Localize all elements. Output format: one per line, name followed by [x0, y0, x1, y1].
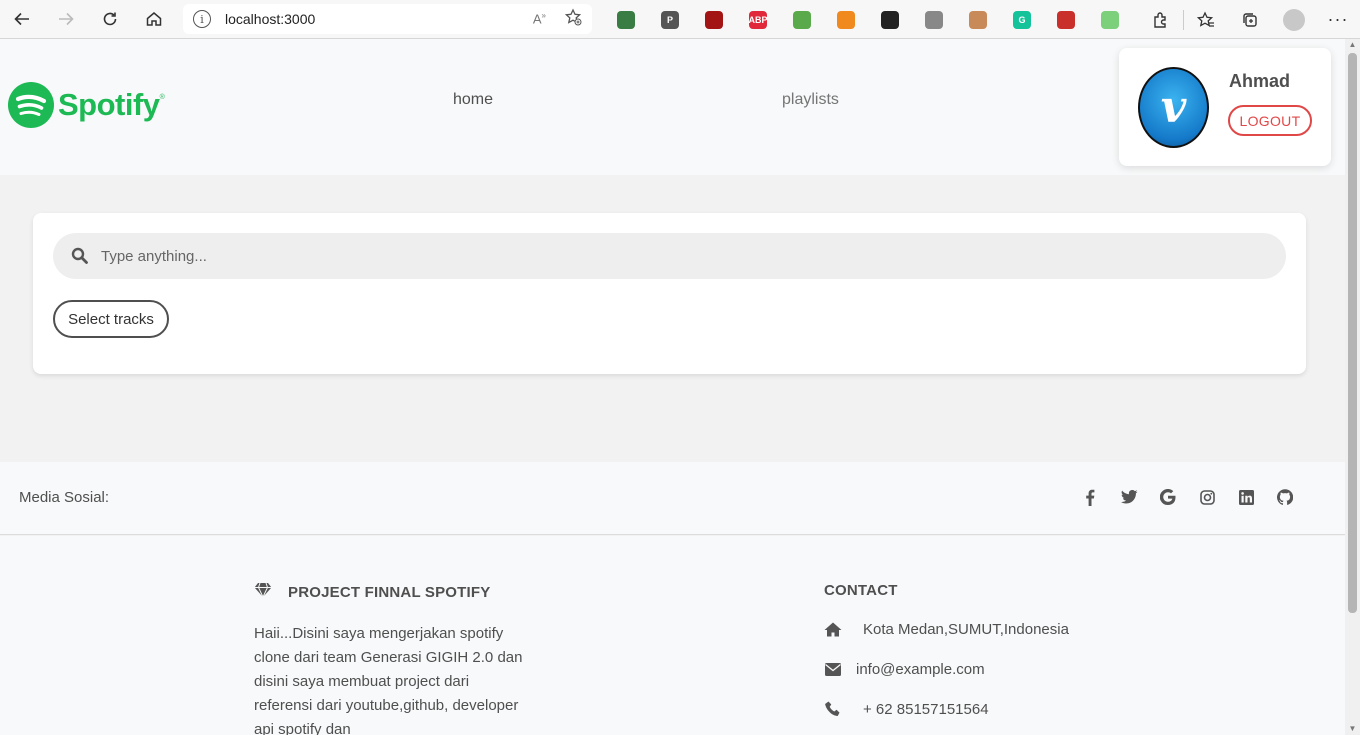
ext-download-icon[interactable]: [793, 10, 811, 29]
favorites-button[interactable]: [1184, 0, 1228, 39]
phone-icon: [824, 700, 842, 718]
page-content: Spotify ® home playlists v Ahmad LOGOUT …: [0, 39, 1345, 735]
scroll-thumb[interactable]: [1348, 53, 1357, 613]
gem-icon: [254, 582, 272, 602]
contact-title: CONTACT: [824, 582, 898, 599]
contact-email: info@example.com: [824, 659, 1144, 679]
profile-avatar-icon: [1283, 8, 1305, 31]
home-button[interactable]: [132, 0, 176, 39]
contact-phone: + 62 85157151564: [824, 699, 1144, 719]
ext-dark-icon[interactable]: [881, 10, 899, 29]
search-card: Select tracks: [33, 213, 1306, 374]
select-tracks-button[interactable]: Select tracks: [53, 300, 169, 338]
envelope-icon: [824, 660, 842, 678]
contact-phone-text: + 62 85157151564: [863, 700, 989, 718]
site-header: Spotify ® home playlists v Ahmad LOGOUT: [0, 39, 1345, 175]
reload-icon: [103, 12, 117, 26]
reload-button[interactable]: [88, 0, 132, 39]
social-label: Media Sosial:: [19, 489, 110, 506]
ext-face-icon[interactable]: [969, 10, 987, 29]
ext-p-icon[interactable]: P: [661, 10, 679, 29]
home-icon: [146, 12, 162, 26]
back-arrow-icon: [14, 12, 29, 26]
user-avatar: v: [1138, 67, 1209, 148]
instagram-icon[interactable]: [1197, 487, 1217, 507]
browser-toolbar: i localhost:3000 A» P ABP G ···: [0, 0, 1360, 39]
project-title-text: PROJECT FINNAL SPOTIFY: [288, 583, 491, 601]
search-bar[interactable]: [53, 233, 1286, 279]
ext-globe-icon[interactable]: [617, 10, 635, 29]
home-icon: [824, 620, 842, 638]
ext-grammarly-icon[interactable]: G: [1013, 10, 1031, 29]
ext-pdf-icon[interactable]: [705, 10, 723, 29]
address-url[interactable]: localhost:3000: [225, 11, 533, 27]
ext-camera-icon[interactable]: [925, 10, 943, 29]
registered-mark: ®: [159, 93, 165, 101]
site-info-icon[interactable]: i: [193, 10, 211, 28]
twitter-icon[interactable]: [1119, 487, 1139, 507]
nav-home[interactable]: home: [453, 91, 493, 109]
footer-social: Media Sosial:: [0, 462, 1345, 535]
search-icon: [71, 247, 89, 265]
extensions-bar: P ABP G: [604, 0, 1132, 39]
spotify-logo[interactable]: Spotify ®: [8, 82, 165, 128]
page-scrollbar[interactable]: ▲ ▼: [1345, 39, 1360, 735]
scroll-up-icon[interactable]: ▲: [1345, 39, 1360, 51]
project-title: PROJECT FINNAL SPOTIFY: [254, 582, 524, 602]
user-card: v Ahmad LOGOUT: [1119, 48, 1331, 166]
add-favorite-icon[interactable]: [564, 7, 582, 31]
logo-text: Spotify: [58, 87, 160, 122]
ext-circle-icon[interactable]: [1101, 10, 1119, 29]
back-button[interactable]: [0, 0, 44, 39]
user-name: Ahmad: [1229, 71, 1291, 91]
read-aloud-icon[interactable]: A»: [533, 11, 546, 26]
collections-icon: [1243, 12, 1257, 27]
linkedin-icon[interactable]: [1236, 487, 1256, 507]
footer-contact: CONTACT Kota Medan,SUMUT,Indonesia info@…: [824, 582, 1144, 719]
ext-red-icon[interactable]: [1057, 10, 1075, 29]
address-bar[interactable]: i localhost:3000 A»: [183, 4, 592, 34]
spotify-logo-icon: [8, 82, 54, 128]
contact-email-text[interactable]: info@example.com: [856, 661, 985, 678]
footer-main: PROJECT FINNAL SPOTIFY Haii...Disini say…: [0, 536, 1345, 735]
settings-menu-button[interactable]: ···: [1316, 0, 1360, 39]
forward-arrow-icon: [59, 12, 74, 26]
extensions-button[interactable]: [1139, 0, 1183, 39]
collections-button[interactable]: [1228, 0, 1272, 39]
facebook-icon[interactable]: [1080, 487, 1100, 507]
vimeo-logo-icon: v: [1160, 82, 1187, 133]
google-icon[interactable]: [1158, 487, 1178, 507]
github-icon[interactable]: [1275, 487, 1295, 507]
project-description: Haii...Disini saya mengerjakan spotify c…: [254, 625, 523, 735]
contact-address: Kota Medan,SUMUT,Indonesia: [824, 619, 1144, 639]
scroll-down-icon[interactable]: ▼: [1345, 723, 1360, 735]
favorites-star-icon: [1197, 10, 1214, 27]
nav-playlists[interactable]: playlists: [782, 91, 839, 109]
puzzle-icon: [1154, 11, 1166, 28]
forward-button[interactable]: [44, 0, 88, 39]
social-icons: [1061, 487, 1295, 507]
ext-abp-icon[interactable]: ABP: [749, 10, 768, 29]
logout-button[interactable]: LOGOUT: [1228, 105, 1312, 136]
search-input[interactable]: [101, 247, 1286, 265]
contact-address-text: Kota Medan,SUMUT,Indonesia: [863, 620, 1069, 638]
ext-orange-icon[interactable]: [837, 10, 855, 29]
profile-button[interactable]: [1272, 0, 1316, 39]
footer-about: PROJECT FINNAL SPOTIFY Haii...Disini say…: [254, 582, 524, 735]
more-dots-icon: ···: [1327, 9, 1349, 29]
